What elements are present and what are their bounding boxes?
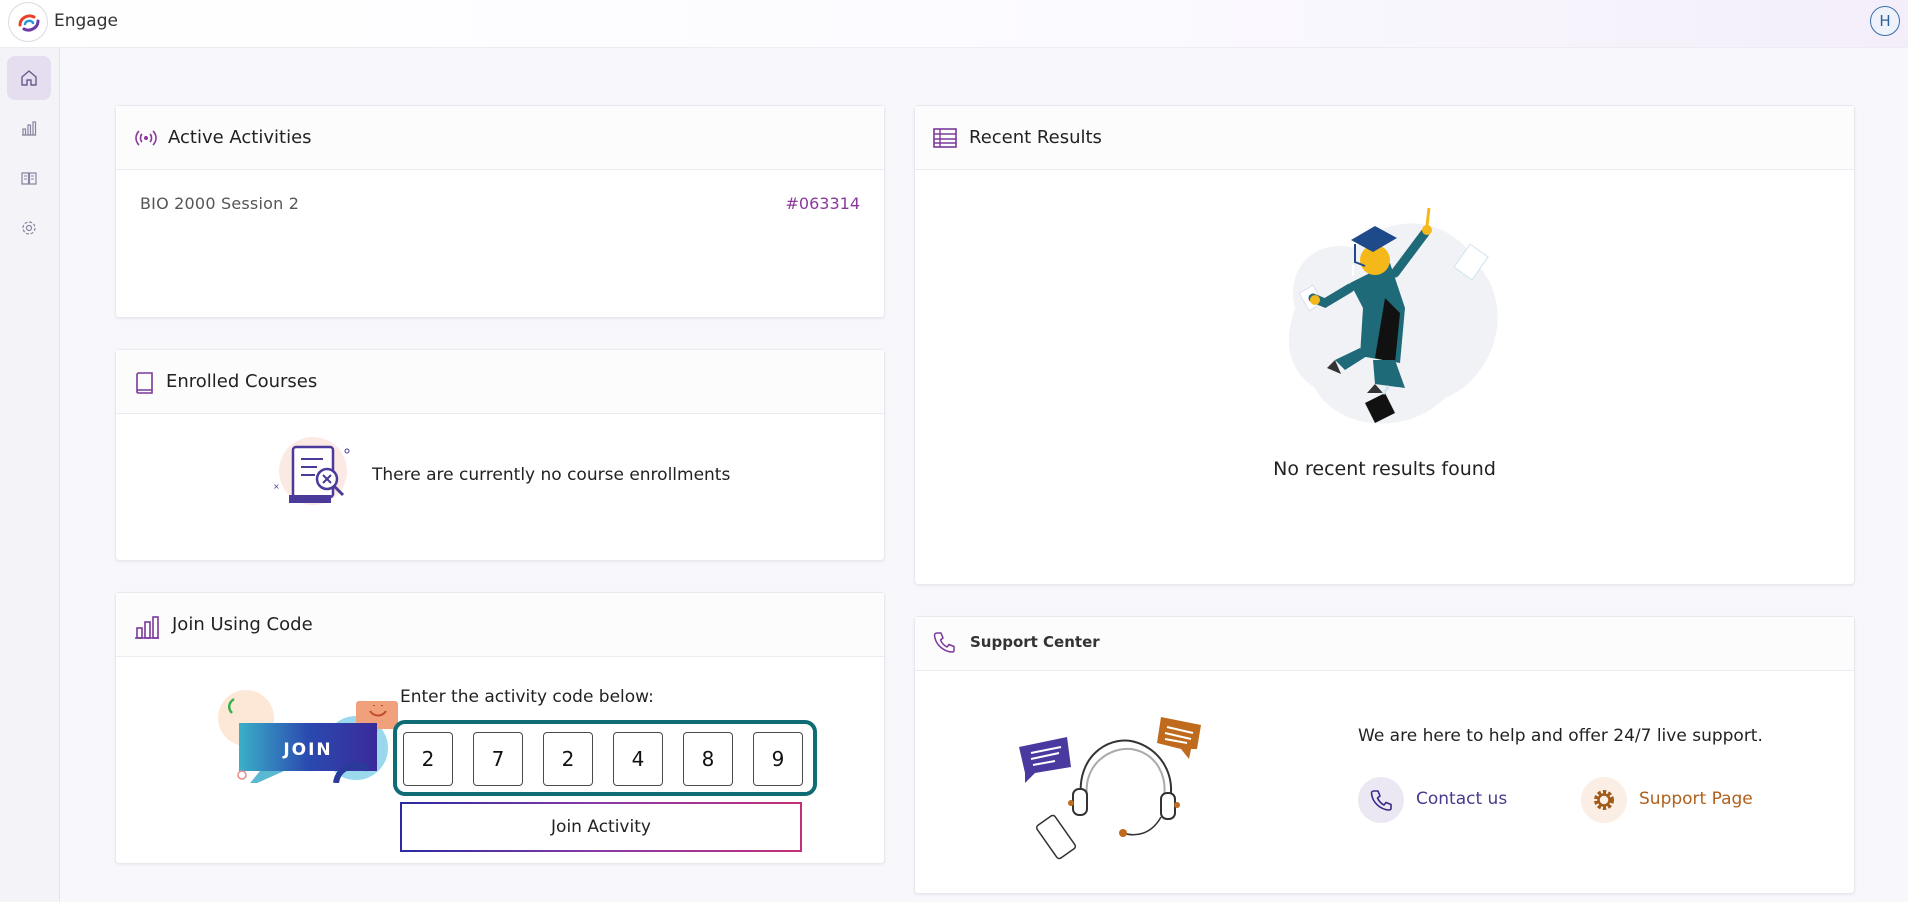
card-title: Enrolled Courses <box>166 371 318 392</box>
code-digit-1[interactable]: 2 <box>403 732 453 786</box>
support-illustration <box>1019 717 1201 860</box>
card-header: Support Center <box>915 617 1854 671</box>
card-header: Enrolled Courses <box>116 350 884 414</box>
code-digit-2[interactable]: 7 <box>473 732 523 786</box>
empty-results-message: No recent results found <box>1273 458 1496 480</box>
phone-icon <box>1370 790 1392 811</box>
code-digit-3[interactable]: 2 <box>543 732 593 786</box>
sidebar-item-settings[interactable] <box>7 206 51 250</box>
bar-chart-icon <box>22 121 37 136</box>
recent-results-card: Recent Results No recent results found <box>914 105 1855 585</box>
card-title: Join Using Code <box>172 614 313 635</box>
code-digit-6[interactable]: 9 <box>753 732 803 786</box>
book-icon <box>136 372 153 394</box>
home-icon <box>21 70 37 86</box>
svg-text:×: × <box>273 482 280 491</box>
code-digit-5[interactable]: 8 <box>683 732 733 786</box>
empty-courses-message: There are currently no course enrollment… <box>372 465 731 485</box>
card-title: Active Activities <box>168 127 312 148</box>
code-prompt: Enter the activity code below: <box>400 687 654 707</box>
support-icon-circle <box>1581 777 1627 823</box>
code-digit-4[interactable]: 4 <box>613 732 663 786</box>
app-logo[interactable] <box>8 2 48 42</box>
top-bar: Engage H <box>0 0 1908 48</box>
support-center-card: Support Center We are here to help and o… <box>914 616 1855 894</box>
support-page-label: Support Page <box>1639 789 1753 809</box>
book-open-icon <box>21 172 37 185</box>
table-icon <box>933 128 957 148</box>
contact-us-label: Contact us <box>1416 789 1508 809</box>
support-message: We are here to help and offer 24/7 live … <box>1358 726 1763 746</box>
sidebar-item-analytics[interactable] <box>7 106 51 150</box>
activity-code-input-group: 2 7 2 4 8 9 <box>393 720 817 796</box>
empty-courses-illustration: × <box>273 437 350 505</box>
sidebar <box>0 48 60 902</box>
active-activities-card: Active Activities BIO 2000 Session 2 #06… <box>115 105 885 318</box>
card-header: Recent Results <box>915 106 1854 170</box>
join-illustration-text: JOIN <box>282 740 332 760</box>
activity-name[interactable]: BIO 2000 Session 2 <box>140 194 299 213</box>
activity-code[interactable]: #063314 <box>786 194 860 213</box>
join-code-card: Join Using Code JOIN Enter the activity … <box>115 592 885 864</box>
phone-icon <box>933 632 955 653</box>
card-title: Recent Results <box>969 127 1102 148</box>
contact-icon-circle <box>1358 777 1404 823</box>
enrolled-courses-card: Enrolled Courses × There are currently n… <box>115 349 885 561</box>
gear-icon <box>22 221 36 235</box>
app-title: Engage <box>54 11 118 31</box>
broadcast-icon <box>135 130 157 146</box>
sidebar-item-courses[interactable] <box>7 156 51 200</box>
card-header: Active Activities <box>116 106 884 170</box>
card-title: Support Center <box>970 633 1100 651</box>
join-activity-button[interactable]: Join Activity <box>400 802 802 852</box>
logo-icon <box>18 14 40 32</box>
bar-chart-icon <box>135 616 159 639</box>
gear-icon <box>1594 790 1614 810</box>
graduate-illustration <box>1289 207 1498 424</box>
sidebar-item-home[interactable] <box>7 56 51 100</box>
join-illustration: JOIN <box>218 690 398 783</box>
user-avatar[interactable]: H <box>1870 6 1900 36</box>
